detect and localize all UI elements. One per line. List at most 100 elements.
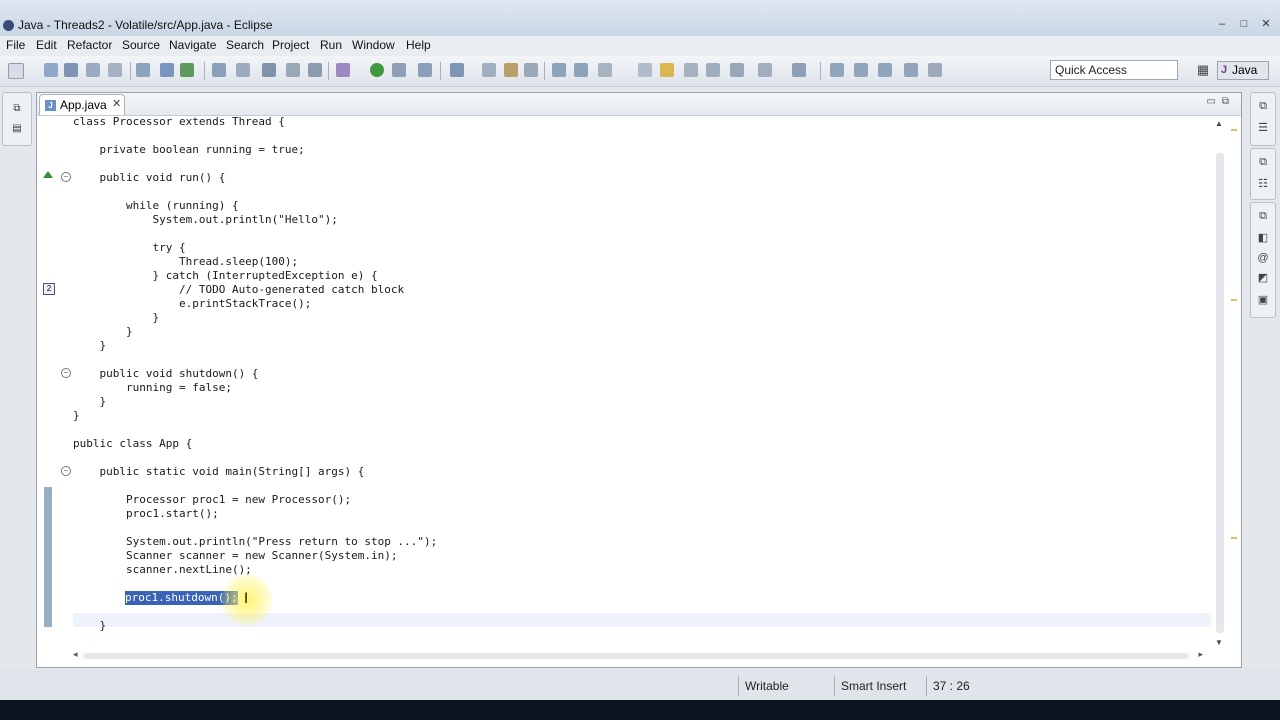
previous-annotation-icon[interactable]	[574, 63, 588, 77]
open-type-icon[interactable]	[212, 63, 226, 77]
menu-window[interactable]: Window	[352, 38, 395, 52]
fold-icon[interactable]: −	[61, 368, 71, 378]
skip-breakpoints-icon[interactable]	[286, 63, 300, 77]
toggle-breakpoint-icon[interactable]	[262, 63, 276, 77]
last-edit-location-icon[interactable]	[598, 63, 612, 77]
external-tools-icon[interactable]	[418, 63, 432, 77]
java-file-icon: J	[45, 100, 56, 111]
overview-ruler-marker[interactable]	[1231, 129, 1237, 131]
open-icon[interactable]	[44, 63, 58, 77]
menu-file[interactable]: File	[6, 38, 25, 52]
menu-bar: File Edit Refactor Source Navigate Searc…	[0, 36, 1280, 56]
maximize-icon[interactable]: ⧉	[1222, 96, 1229, 107]
horizontal-scrollbar[interactable]: ◂ ▸	[73, 649, 1203, 663]
java-perspective-button[interactable]: Java	[1217, 61, 1269, 80]
problems-icon[interactable]: ◧	[1256, 231, 1270, 245]
quick-access-input[interactable]: Quick Access	[1050, 60, 1178, 80]
scroll-up-icon[interactable]: ▲	[1215, 119, 1223, 128]
save-all-icon[interactable]	[86, 63, 100, 77]
console-icon[interactable]: ▣	[1256, 293, 1270, 307]
editor-tab-row: J App.java ✕ ▭ ⧉	[37, 93, 1241, 116]
selected-code-line: proc1.shutdown();	[125, 591, 238, 605]
open-console-icon[interactable]	[928, 63, 942, 77]
quick-diff-bar	[44, 487, 52, 627]
code-area[interactable]: − 2 − − class Processor extends Thread {…	[37, 115, 1211, 645]
vertical-scrollbar[interactable]: ▲ ▼	[1211, 115, 1231, 649]
code-line: }	[73, 325, 133, 338]
scroll-down-icon[interactable]: ▼	[1215, 638, 1223, 647]
scrollbar-track[interactable]	[1216, 153, 1224, 633]
toggle-breadcrumb-icon[interactable]	[758, 63, 772, 77]
declaration-icon[interactable]: ◩	[1256, 271, 1270, 285]
outline-icon[interactable]: ☷	[1256, 177, 1270, 191]
back-icon[interactable]	[830, 63, 844, 77]
external-tools-run-icon[interactable]	[792, 63, 806, 77]
task-icon[interactable]	[236, 63, 250, 77]
package-explorer-icon[interactable]: ▤	[11, 123, 23, 135]
minimize-icon[interactable]: ▭	[1206, 96, 1215, 107]
scrollbar-track[interactable]	[83, 653, 1189, 659]
scroll-left-icon[interactable]: ◂	[73, 649, 78, 660]
next-annotation-icon[interactable]	[552, 63, 566, 77]
debug-icon[interactable]	[336, 63, 350, 77]
pin-editor-icon[interactable]	[638, 63, 652, 77]
new-java-project-icon[interactable]	[136, 63, 150, 77]
restore-icon[interactable]: ⧉	[11, 103, 23, 115]
new-icon[interactable]	[8, 63, 24, 79]
save-icon[interactable]	[64, 63, 78, 77]
writable-status: Writable	[738, 676, 833, 696]
scroll-right-icon[interactable]: ▸	[1198, 649, 1203, 660]
new-class-icon[interactable]	[180, 63, 194, 77]
os-taskbar	[0, 700, 1280, 720]
close-window-button[interactable]: ✕	[1256, 16, 1276, 32]
task-list-icon[interactable]: ☰	[1256, 121, 1270, 135]
code-line: Processor proc1 = new Processor();	[73, 493, 352, 506]
block-selection-icon[interactable]	[684, 63, 698, 77]
menu-project[interactable]: Project	[272, 38, 309, 52]
navigate-forward-icon[interactable]	[904, 63, 918, 77]
restore-icon[interactable]: ⧉	[1256, 209, 1270, 223]
new-enum-icon[interactable]	[504, 63, 518, 77]
menu-refactor[interactable]: Refactor	[67, 38, 112, 52]
search-icon[interactable]	[308, 63, 322, 77]
code-line: private boolean running = true;	[73, 143, 305, 156]
menu-run[interactable]: Run	[320, 38, 342, 52]
open-perspective-icon[interactable]	[524, 63, 538, 77]
print-icon[interactable]	[108, 63, 122, 77]
tab-app-java[interactable]: J App.java ✕	[39, 94, 125, 115]
overview-ruler-marker[interactable]	[1231, 299, 1237, 301]
code-line: }	[73, 619, 107, 632]
open-perspective-icon[interactable]: ▦	[1195, 62, 1211, 78]
code-line: }	[73, 311, 160, 324]
navigate-back-icon[interactable]	[878, 63, 892, 77]
code-line: try {	[73, 241, 186, 254]
menu-help[interactable]: Help	[406, 38, 431, 52]
menu-navigate[interactable]: Navigate	[169, 38, 216, 52]
mark-occurrences-icon[interactable]	[660, 63, 674, 77]
maximize-button[interactable]: □	[1234, 16, 1254, 32]
javadoc-icon[interactable]: @	[1256, 251, 1270, 265]
close-tab-icon[interactable]: ✕	[112, 97, 121, 110]
forward-icon[interactable]	[854, 63, 868, 77]
menu-search[interactable]: Search	[226, 38, 264, 52]
new-package-icon[interactable]	[160, 63, 174, 77]
restore-icon[interactable]: ⧉	[1256, 155, 1270, 169]
restore-icon[interactable]: ⧉	[1256, 99, 1270, 113]
new-interface-icon[interactable]	[482, 63, 496, 77]
code-line: class Processor extends Thread {	[73, 115, 285, 128]
code-line: e.printStackTrace();	[73, 297, 312, 310]
menu-source[interactable]: Source	[122, 38, 160, 52]
open-task-icon[interactable]	[450, 63, 464, 77]
run-icon[interactable]	[370, 63, 384, 77]
overview-ruler-marker[interactable]	[1231, 537, 1237, 539]
show-whitespace-icon[interactable]	[706, 63, 720, 77]
left-trim-stack: ⧉ ▤	[2, 92, 32, 146]
word-wrap-icon[interactable]	[730, 63, 744, 77]
eclipse-icon	[3, 20, 14, 31]
fold-icon[interactable]: −	[61, 466, 71, 476]
minimize-button[interactable]: –	[1212, 16, 1232, 32]
menu-edit[interactable]: Edit	[36, 38, 57, 52]
window-title: Java - Threads2 - Volatile/src/App.java …	[18, 18, 273, 32]
fold-icon[interactable]: −	[61, 172, 71, 182]
coverage-icon[interactable]	[392, 63, 406, 77]
